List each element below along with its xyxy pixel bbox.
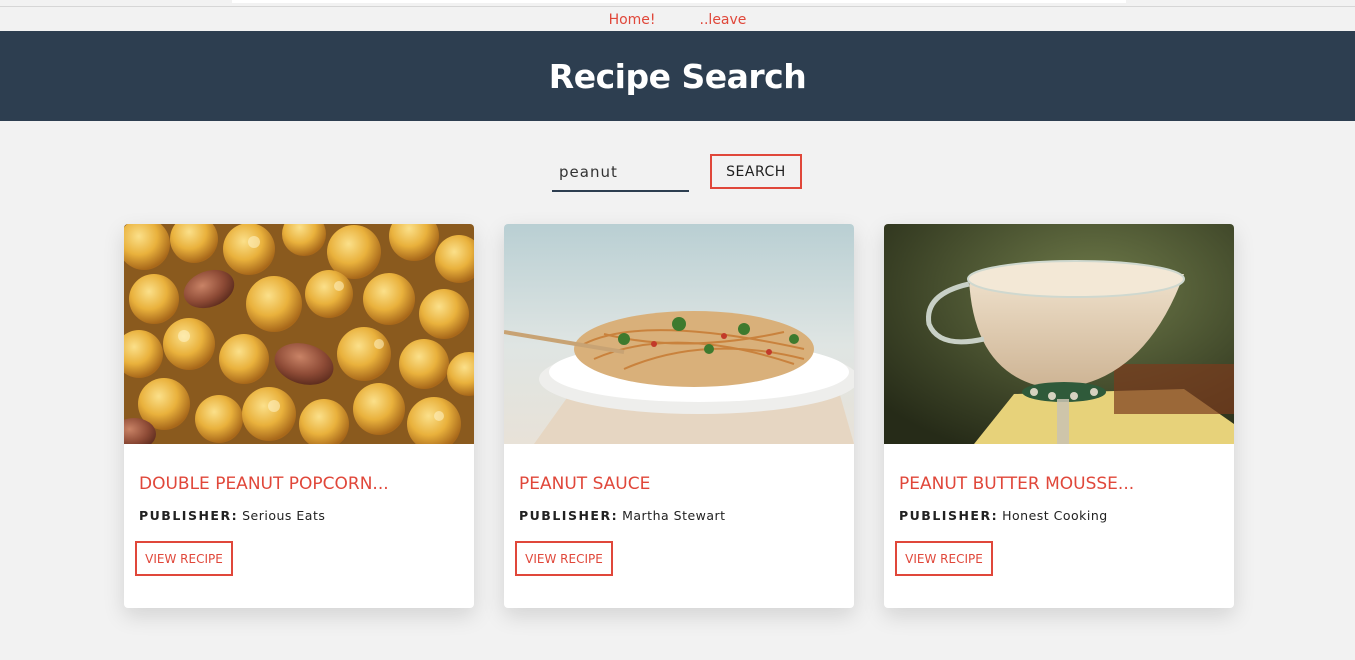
view-recipe-button[interactable]: VIEW RECIPE xyxy=(135,541,233,576)
view-recipe-button[interactable]: VIEW RECIPE xyxy=(895,541,993,576)
page-title: Recipe Search xyxy=(548,56,807,96)
recipe-title: DOUBLE PEANUT POPCORN... xyxy=(139,474,389,494)
search-input[interactable] xyxy=(552,154,689,192)
publisher-label: PUBLISHER: xyxy=(899,508,999,523)
recipe-title: PEANUT SAUCE xyxy=(519,474,651,494)
publisher-name: Serious Eats xyxy=(242,508,326,523)
view-recipe-button[interactable]: VIEW RECIPE xyxy=(515,541,613,576)
search-button[interactable]: SEARCH xyxy=(710,154,802,189)
recipe-title: PEANUT BUTTER MOUSSE... xyxy=(899,474,1135,494)
recipe-publisher: PUBLISHER: Serious Eats xyxy=(139,508,325,523)
browser-top-strip xyxy=(0,0,1355,7)
recipe-image-mousse xyxy=(884,224,1234,444)
top-nav: Home! ..leave xyxy=(0,8,1355,31)
recipe-card: PEANUT BUTTER MOUSSE... PUBLISHER: Honest… xyxy=(884,224,1234,608)
recipe-publisher: PUBLISHER: Martha Stewart xyxy=(519,508,726,523)
recipe-image-noodles xyxy=(504,224,854,444)
publisher-name: Martha Stewart xyxy=(622,508,726,523)
recipe-card: DOUBLE PEANUT POPCORN... PUBLISHER: Serio… xyxy=(124,224,474,608)
page-header: Recipe Search xyxy=(0,31,1355,121)
recipe-publisher: PUBLISHER: Honest Cooking xyxy=(899,508,1108,523)
recipe-image-popcorn xyxy=(124,224,474,444)
publisher-label: PUBLISHER: xyxy=(519,508,619,523)
recipe-card: PEANUT SAUCE PUBLISHER: Martha Stewart VI… xyxy=(504,224,854,608)
top-strip-inner xyxy=(232,0,1126,3)
nav-home-link[interactable]: Home! xyxy=(609,12,656,28)
publisher-label: PUBLISHER: xyxy=(139,508,239,523)
nav-leave-link[interactable]: ..leave xyxy=(700,12,747,28)
publisher-name: Honest Cooking xyxy=(1002,508,1108,523)
